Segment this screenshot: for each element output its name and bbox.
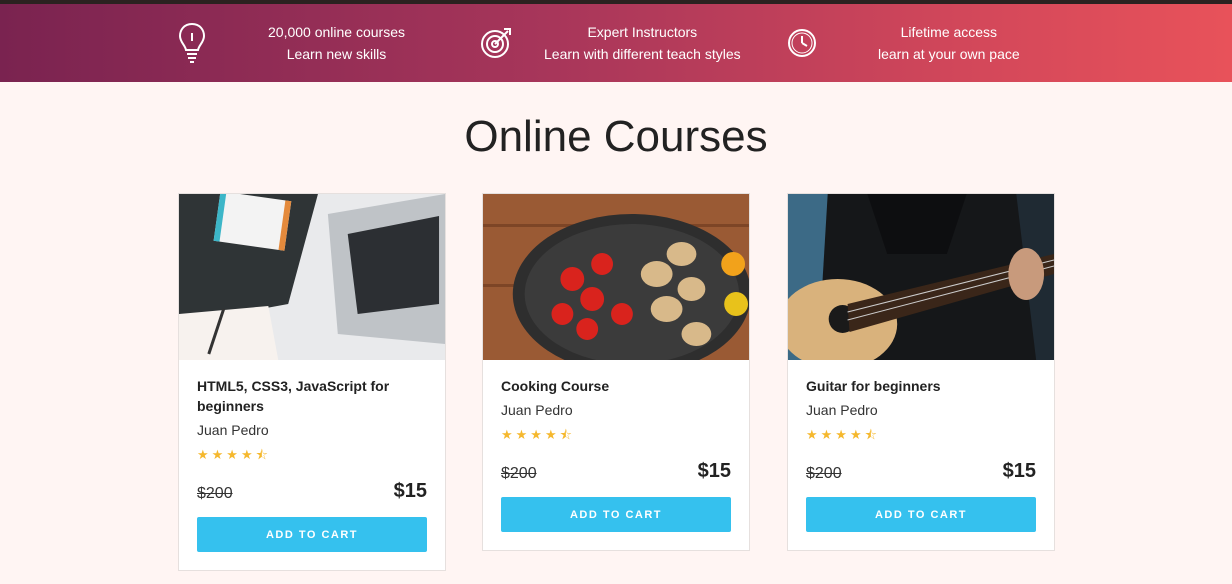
course-title[interactable]: Guitar for beginners: [806, 376, 1036, 396]
rating-stars: ★★★★⯪: [501, 427, 575, 442]
laptop-notebook-image: [179, 194, 445, 360]
feature-text: 20,000 online courses Learn new skills: [268, 21, 405, 65]
current-price: $15: [697, 460, 731, 482]
old-price: $200: [501, 465, 537, 482]
course-author: Juan Pedro: [197, 422, 269, 438]
course-title[interactable]: Cooking Course: [501, 376, 731, 396]
feature-line1: 20,000 online courses: [268, 24, 405, 40]
feature-line2: Learn with different teach styles: [544, 46, 741, 62]
cooking-pan-image: [483, 194, 749, 360]
feature-instructors: Expert Instructors Learn with different …: [478, 4, 741, 82]
course-author: Juan Pedro: [806, 402, 878, 418]
feature-lifetime: Lifetime access learn at your own pace: [784, 4, 1020, 82]
course-title[interactable]: HTML5, CSS3, JavaScript for beginners: [197, 376, 427, 416]
feature-courses: 20,000 online courses Learn new skills: [174, 4, 405, 82]
clock-icon: [784, 21, 820, 65]
rating-stars: ★★★★⯪: [806, 427, 880, 442]
card-body: HTML5, CSS3, JavaScript for beginners Ju…: [179, 360, 445, 570]
price-row: $200 $15: [197, 480, 427, 503]
feature-text: Lifetime access learn at your own pace: [878, 21, 1020, 65]
section-title: Online Courses: [464, 112, 768, 161]
course-author: Juan Pedro: [501, 402, 573, 418]
feature-line2: Learn new skills: [286, 46, 387, 62]
features-banner: 20,000 online courses Learn new skills E…: [0, 4, 1232, 82]
card-body: Guitar for beginners Juan Pedro ★★★★⯪ $2…: [788, 360, 1054, 550]
old-price: $200: [806, 465, 842, 482]
price-row: $200 $15: [806, 460, 1036, 483]
feature-line2: learn at your own pace: [878, 46, 1020, 62]
guitar-player-image: [788, 194, 1054, 360]
card-body: Cooking Course Juan Pedro ★★★★⯪ $200 $15…: [483, 360, 749, 550]
feature-line1: Expert Instructors: [587, 24, 698, 40]
course-card[interactable]: Guitar for beginners Juan Pedro ★★★★⯪ $2…: [787, 193, 1055, 551]
target-icon: [478, 21, 514, 65]
lightbulb-icon: [174, 21, 210, 65]
course-card[interactable]: HTML5, CSS3, JavaScript for beginners Ju…: [178, 193, 446, 571]
feature-text: Expert Instructors Learn with different …: [544, 21, 741, 65]
add-to-cart-button[interactable]: ADD TO CART: [501, 497, 731, 532]
price-row: $200 $15: [501, 460, 731, 483]
course-card[interactable]: Cooking Course Juan Pedro ★★★★⯪ $200 $15…: [482, 193, 750, 551]
rating-stars: ★★★★⯪: [197, 447, 271, 462]
old-price: $200: [197, 485, 233, 502]
feature-line1: Lifetime access: [900, 24, 998, 40]
current-price: $15: [1002, 460, 1036, 482]
current-price: $15: [393, 480, 427, 502]
add-to-cart-button[interactable]: ADD TO CART: [806, 497, 1036, 532]
add-to-cart-button[interactable]: ADD TO CART: [197, 517, 427, 552]
